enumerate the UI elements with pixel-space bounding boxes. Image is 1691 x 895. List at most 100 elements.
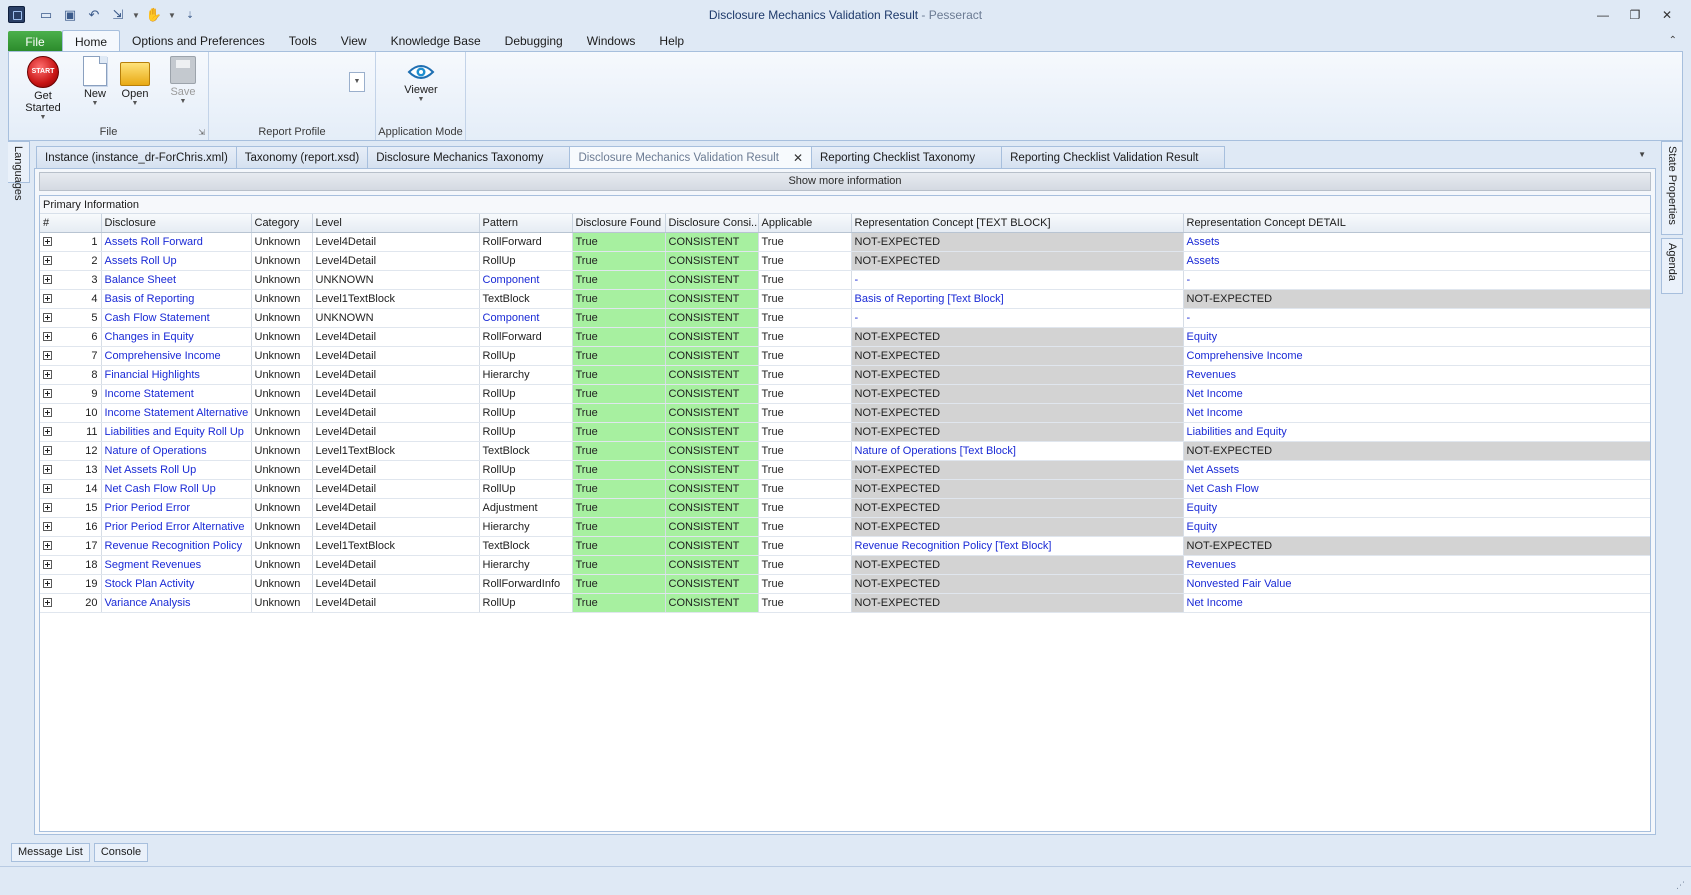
representation-detail-cell[interactable]: Equity: [1183, 517, 1650, 537]
expand-row-cell[interactable]: 2: [40, 251, 102, 271]
representation-detail-cell[interactable]: Revenues: [1183, 555, 1650, 575]
chevron-up-icon[interactable]: ⌃: [1669, 35, 1677, 46]
close-icon[interactable]: ✕: [1651, 4, 1683, 26]
expand-plus-icon[interactable]: [43, 256, 52, 265]
expand-plus-icon[interactable]: [43, 579, 52, 588]
tab-help[interactable]: Help: [647, 30, 696, 52]
expand-row-cell[interactable]: 17: [40, 536, 102, 556]
representation-detail-cell[interactable]: Net Cash Flow: [1183, 479, 1650, 499]
save-button[interactable]: Save ▼: [159, 56, 207, 106]
disclosure-cell[interactable]: Assets Roll Forward: [101, 232, 252, 252]
expand-plus-icon[interactable]: [43, 237, 52, 246]
expand-plus-icon[interactable]: [43, 294, 52, 303]
disclosure-cell[interactable]: Prior Period Error Alternative: [101, 517, 252, 537]
representation-detail-cell[interactable]: Equity: [1183, 498, 1650, 518]
disclosure-cell[interactable]: Prior Period Error: [101, 498, 252, 518]
expand-row-cell[interactable]: 14: [40, 479, 102, 499]
state-properties-panel-tab[interactable]: State Properties: [1661, 141, 1683, 235]
disclosure-cell[interactable]: Cash Flow Statement: [101, 308, 252, 328]
column-header[interactable]: Representation Concept DETAIL: [1183, 214, 1650, 233]
table-row[interactable]: 13 Net Assets Roll Up Unknown Level4Detail R…: [40, 460, 1650, 480]
column-header[interactable]: Level: [312, 214, 480, 233]
expand-row-cell[interactable]: 16: [40, 517, 102, 537]
doc-tab-instance[interactable]: Instance (instance_dr-ForChris.xml): [36, 146, 237, 168]
disclosure-cell[interactable]: Assets Roll Up: [101, 251, 252, 271]
disclosure-cell[interactable]: Revenue Recognition Policy: [101, 536, 252, 556]
tab-list-dropdown-icon[interactable]: ▼: [1638, 150, 1646, 159]
table-row[interactable]: 8 Financial Highlights Unknown Level4Detail…: [40, 365, 1650, 385]
tab-options-and-preferences[interactable]: Options and Preferences: [120, 30, 277, 52]
table-row[interactable]: 16 Prior Period Error Alternative Unknown L…: [40, 517, 1650, 537]
pattern-cell[interactable]: Component: [479, 308, 573, 328]
expand-plus-icon[interactable]: [43, 446, 52, 455]
table-row[interactable]: 6 Changes in Equity Unknown Level4Detail Rol…: [40, 327, 1650, 347]
representation-textblock-cell[interactable]: -: [851, 308, 1184, 328]
expand-row-cell[interactable]: 6: [40, 327, 102, 347]
tab-windows[interactable]: Windows: [575, 30, 648, 52]
representation-detail-cell[interactable]: Comprehensive Income: [1183, 346, 1650, 366]
disclosure-cell[interactable]: Income Statement Alternative: [101, 403, 252, 423]
expand-plus-icon[interactable]: [43, 408, 52, 417]
representation-detail-cell[interactable]: -: [1183, 270, 1650, 290]
tab-message-list[interactable]: Message List: [11, 843, 90, 862]
pattern-cell[interactable]: Component: [479, 270, 573, 290]
disclosure-cell[interactable]: Financial Highlights: [101, 365, 252, 385]
expand-row-cell[interactable]: 7: [40, 346, 102, 366]
agenda-panel-tab[interactable]: Agenda: [1661, 238, 1683, 294]
expand-plus-icon[interactable]: [43, 465, 52, 474]
minimize-icon[interactable]: —: [1587, 4, 1619, 26]
tab-console[interactable]: Console: [93, 843, 149, 862]
show-more-button[interactable]: Show more information: [39, 172, 1651, 191]
disclosure-cell[interactable]: Net Assets Roll Up: [101, 460, 252, 480]
table-row[interactable]: 14 Net Cash Flow Roll Up Unknown Level4Deta…: [40, 479, 1650, 499]
table-row[interactable]: 5 Cash Flow Statement Unknown UNKNOWN Compon…: [40, 308, 1650, 328]
column-header[interactable]: Disclosure Found: [572, 214, 666, 233]
column-header[interactable]: Disclosure: [101, 214, 252, 233]
expand-plus-icon[interactable]: [43, 351, 52, 360]
column-header[interactable]: #: [40, 214, 102, 233]
expand-plus-icon[interactable]: [43, 389, 52, 398]
representation-detail-cell[interactable]: Liabilities and Equity: [1183, 422, 1650, 442]
table-row[interactable]: 7 Comprehensive Income Unknown Level4Detail…: [40, 346, 1650, 366]
expand-plus-icon[interactable]: [43, 275, 52, 284]
expand-row-cell[interactable]: 10: [40, 403, 102, 423]
column-header[interactable]: Disclosure Consi...: [665, 214, 759, 233]
representation-detail-cell[interactable]: Net Income: [1183, 403, 1650, 423]
close-icon[interactable]: ✕: [793, 151, 803, 165]
expand-row-cell[interactable]: 1: [40, 232, 102, 252]
representation-detail-cell[interactable]: Equity: [1183, 327, 1650, 347]
tab-knowledge-base[interactable]: Knowledge Base: [379, 30, 493, 52]
expand-plus-icon[interactable]: [43, 541, 52, 550]
table-row[interactable]: 3 Balance Sheet Unknown UNKNOWN Component Tru…: [40, 270, 1650, 290]
tab-tools[interactable]: Tools: [277, 30, 329, 52]
column-header[interactable]: Representation Concept [TEXT BLOCK]: [851, 214, 1184, 233]
table-row[interactable]: 18 Segment Revenues Unknown Level4Detail Hie…: [40, 555, 1650, 575]
tab-view[interactable]: View: [329, 30, 379, 52]
table-row[interactable]: 4 Basis of Reporting Unknown Level1TextBloc…: [40, 289, 1650, 309]
disclosure-cell[interactable]: Balance Sheet: [101, 270, 252, 290]
disclosure-cell[interactable]: Segment Revenues: [101, 555, 252, 575]
column-header[interactable]: Category: [251, 214, 313, 233]
report-profile-dropdown[interactable]: ▼: [349, 72, 365, 92]
open-button[interactable]: Open ▼: [111, 56, 159, 108]
table-row[interactable]: 11 Liabilities and Equity Roll Up Unknown L…: [40, 422, 1650, 442]
column-header[interactable]: Pattern: [479, 214, 573, 233]
expand-plus-icon[interactable]: [43, 484, 52, 493]
table-row[interactable]: 1 Assets Roll Forward Unknown Level4Detail R…: [40, 232, 1650, 252]
expand-plus-icon[interactable]: [43, 503, 52, 512]
table-row[interactable]: 9 Income Statement Unknown Level4Detail Roll…: [40, 384, 1650, 404]
dialog-launcher-icon[interactable]: ⇲: [198, 128, 205, 137]
representation-detail-cell[interactable]: Net Income: [1183, 384, 1650, 404]
expand-row-cell[interactable]: 5: [40, 308, 102, 328]
table-row[interactable]: 19 Stock Plan Activity Unknown Level4Detail…: [40, 574, 1650, 594]
disclosure-cell[interactable]: Net Cash Flow Roll Up: [101, 479, 252, 499]
expand-row-cell[interactable]: 19: [40, 574, 102, 594]
languages-panel-tab[interactable]: Languages: [8, 141, 30, 200]
disclosure-cell[interactable]: Basis of Reporting: [101, 289, 252, 309]
expand-row-cell[interactable]: 13: [40, 460, 102, 480]
tab-debugging[interactable]: Debugging: [493, 30, 575, 52]
representation-detail-cell[interactable]: Nonvested Fair Value: [1183, 574, 1650, 594]
expand-plus-icon[interactable]: [43, 370, 52, 379]
representation-detail-cell[interactable]: Assets: [1183, 232, 1650, 252]
tab-home[interactable]: Home: [62, 30, 121, 52]
